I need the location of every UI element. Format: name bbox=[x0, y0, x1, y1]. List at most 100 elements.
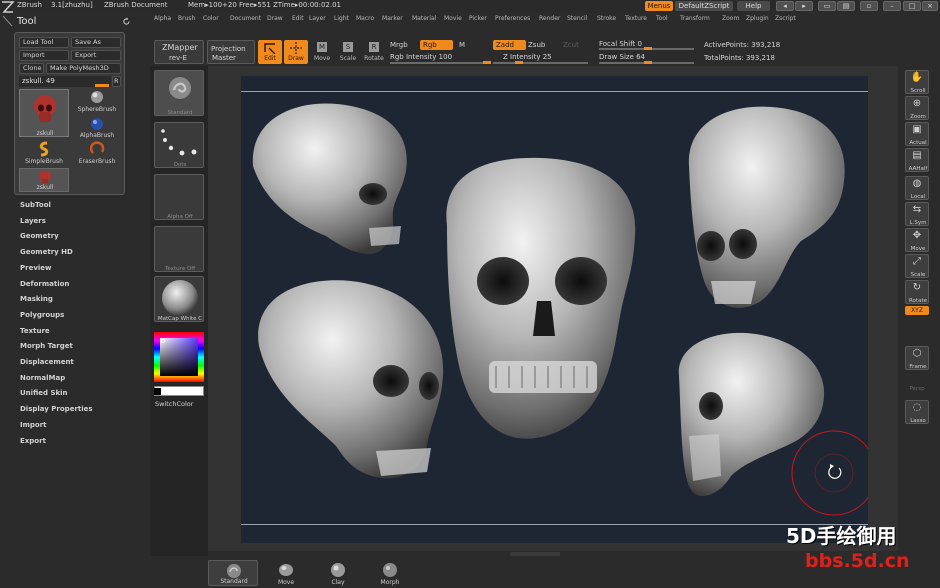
subpalette-geometry-hd[interactable]: Geometry HD bbox=[20, 248, 73, 256]
rail-button-zoom[interactable]: ⊕ Zoom bbox=[905, 96, 929, 120]
menu-item-stroke[interactable]: Stroke bbox=[597, 15, 616, 22]
shelf-brush-standard[interactable]: Standard bbox=[208, 560, 258, 586]
move-button[interactable]: M Move bbox=[310, 40, 334, 64]
load-tool-button[interactable]: Load Tool bbox=[19, 37, 69, 48]
maximize-icon[interactable]: □ bbox=[903, 1, 921, 11]
close-icon[interactable]: × bbox=[922, 1, 938, 11]
tool-tile-zskull-active[interactable]: zskull bbox=[19, 89, 69, 137]
menu-item-alpha[interactable]: Alpha bbox=[154, 15, 171, 22]
zsub-button[interactable]: Zsub bbox=[528, 41, 545, 49]
z-intensity-knob[interactable] bbox=[515, 61, 523, 64]
clone-button[interactable]: Clone bbox=[19, 63, 44, 74]
rail-button-persp[interactable]: Persp bbox=[905, 374, 929, 394]
zadd-button[interactable]: Zadd bbox=[493, 40, 526, 50]
draw-size-knob[interactable] bbox=[644, 61, 652, 64]
refresh-icon[interactable] bbox=[122, 17, 131, 26]
draw-size-slider[interactable]: Draw Size 64 bbox=[599, 53, 645, 61]
subpalette-normalmap[interactable]: NormalMap bbox=[20, 374, 65, 382]
menu-item-edit[interactable]: Edit bbox=[292, 15, 304, 22]
layout-icon[interactable]: ▭ bbox=[818, 1, 836, 11]
menu-item-zoom[interactable]: Zoom bbox=[722, 15, 739, 22]
mrgb-button[interactable]: Mrgb bbox=[390, 41, 408, 49]
minimize-icon[interactable]: – bbox=[883, 1, 901, 11]
color-picker[interactable] bbox=[154, 332, 204, 382]
current-tool-slider-knob[interactable] bbox=[95, 84, 109, 87]
subpalette-unified-skin[interactable]: Unified Skin bbox=[20, 389, 68, 397]
tool-tile-simplebrush[interactable]: SimpleBrush bbox=[19, 141, 69, 167]
z-intensity-track[interactable] bbox=[493, 62, 588, 64]
rail-button-local[interactable]: ◍ Local bbox=[905, 176, 929, 200]
brush-slot[interactable]: Standard bbox=[154, 70, 204, 116]
subpalette-morph-target[interactable]: Morph Target bbox=[20, 342, 73, 350]
save-as-button[interactable]: Save As bbox=[71, 37, 121, 48]
stroke-slot[interactable]: Dots bbox=[154, 122, 204, 168]
z-intensity-slider[interactable]: Z Intensity 25 bbox=[503, 53, 552, 61]
rail-button-scale[interactable]: ⤢ Scale bbox=[905, 254, 929, 278]
menu-item-light[interactable]: Light bbox=[334, 15, 349, 22]
secondary-color-swatch[interactable] bbox=[154, 386, 204, 396]
menu-item-texture[interactable]: Texture bbox=[625, 15, 647, 22]
menu-item-transform[interactable]: Transform bbox=[680, 15, 710, 22]
menu-item-picker[interactable]: Picker bbox=[469, 15, 487, 22]
tool-tile-zskull[interactable]: zskull bbox=[19, 168, 69, 192]
menu-item-layer[interactable]: Layer bbox=[309, 15, 326, 22]
scale-button[interactable]: S Scale bbox=[336, 40, 360, 64]
rail-button-actual[interactable]: ▣ Actual bbox=[905, 122, 929, 146]
subpalette-texture[interactable]: Texture bbox=[20, 327, 50, 335]
menu-item-movie[interactable]: Movie bbox=[444, 15, 462, 22]
menu-item-color[interactable]: Color bbox=[203, 15, 219, 22]
default-zscript-button[interactable]: DefaultZScript bbox=[675, 1, 733, 11]
current-tool-slider[interactable]: zskull. 49 bbox=[19, 76, 111, 87]
zmapper-button[interactable]: ZMapper rev-E bbox=[154, 40, 204, 64]
m-button[interactable]: M bbox=[459, 41, 465, 49]
menu-item-draw[interactable]: Draw bbox=[267, 15, 283, 22]
rail-button-frame[interactable]: ⬡ Frame bbox=[905, 346, 929, 370]
tool-tile-spherebrush[interactable]: SphereBrush bbox=[72, 89, 122, 115]
subpalette-masking[interactable]: Masking bbox=[20, 295, 53, 303]
menu-item-macro[interactable]: Macro bbox=[356, 15, 374, 22]
rgb-intensity-track[interactable] bbox=[390, 62, 490, 64]
menu-item-brush[interactable]: Brush bbox=[178, 15, 195, 22]
tool-tile-eraserbrush[interactable]: EraserBrush bbox=[72, 141, 122, 167]
menu-item-material[interactable]: Material bbox=[412, 15, 436, 22]
make-polymesh-button[interactable]: Make PolyMesh3D bbox=[46, 63, 121, 74]
import-button[interactable]: Import bbox=[19, 50, 69, 61]
rail-button-move[interactable]: ✥ Move bbox=[905, 228, 929, 252]
subpalette-layers[interactable]: Layers bbox=[20, 217, 46, 225]
subpalette-subtool[interactable]: SubTool bbox=[20, 201, 51, 209]
menu-item-tool[interactable]: Tool bbox=[656, 15, 668, 22]
rail-button-lsym[interactable]: ⇆ L.Sym bbox=[905, 202, 929, 226]
rail-button-rotate[interactable]: ↻ Rotate bbox=[905, 280, 929, 304]
subpalette-preview[interactable]: Preview bbox=[20, 264, 52, 272]
subpalette-polygroups[interactable]: Polygroups bbox=[20, 311, 64, 319]
shelf-brush-move[interactable]: Move bbox=[261, 560, 311, 586]
menu-item-marker[interactable]: Marker bbox=[382, 15, 403, 22]
forward-icon[interactable]: ▸ bbox=[795, 1, 813, 11]
shelf-brush-clay[interactable]: Clay bbox=[313, 560, 363, 586]
help-button[interactable]: Help bbox=[737, 1, 770, 11]
back-icon[interactable]: ◂ bbox=[776, 1, 794, 11]
focal-shift-slider[interactable]: Focal Shift 0 bbox=[599, 40, 642, 48]
tool-tile-alphabrush[interactable]: AlphaBrush bbox=[72, 115, 122, 141]
shelf-handle[interactable] bbox=[510, 552, 560, 556]
menu-item-zplugin[interactable]: Zplugin bbox=[746, 15, 769, 22]
rail-button-aahalf[interactable]: ▤ AAHalf bbox=[905, 148, 929, 172]
rgb-intensity-slider[interactable]: Rgb Intensity 100 bbox=[390, 53, 452, 61]
export-button[interactable]: Export bbox=[71, 50, 121, 61]
rgb-button[interactable]: Rgb bbox=[420, 40, 453, 50]
subpalette-geometry[interactable]: Geometry bbox=[20, 232, 59, 240]
zcut-button[interactable]: Zcut bbox=[563, 41, 579, 49]
menu-item-render[interactable]: Render bbox=[539, 15, 560, 22]
primary-color-swatch[interactable] bbox=[154, 388, 161, 395]
menu-item-stencil[interactable]: Stencil bbox=[567, 15, 587, 22]
r-button[interactable]: R bbox=[112, 76, 121, 87]
edit-button[interactable]: Edit bbox=[258, 40, 282, 64]
switch-color-button[interactable]: SwitchColor bbox=[155, 400, 193, 408]
lock-icon[interactable]: ▫ bbox=[860, 1, 878, 11]
subpalette-export[interactable]: Export bbox=[20, 437, 46, 445]
document-canvas[interactable] bbox=[241, 76, 868, 543]
menu-item-zscript[interactable]: Zscript bbox=[775, 15, 796, 22]
subpalette-display-properties[interactable]: Display Properties bbox=[20, 405, 93, 413]
palette-icon[interactable]: ▤ bbox=[837, 1, 855, 11]
menu-item-document[interactable]: Document bbox=[230, 15, 261, 22]
